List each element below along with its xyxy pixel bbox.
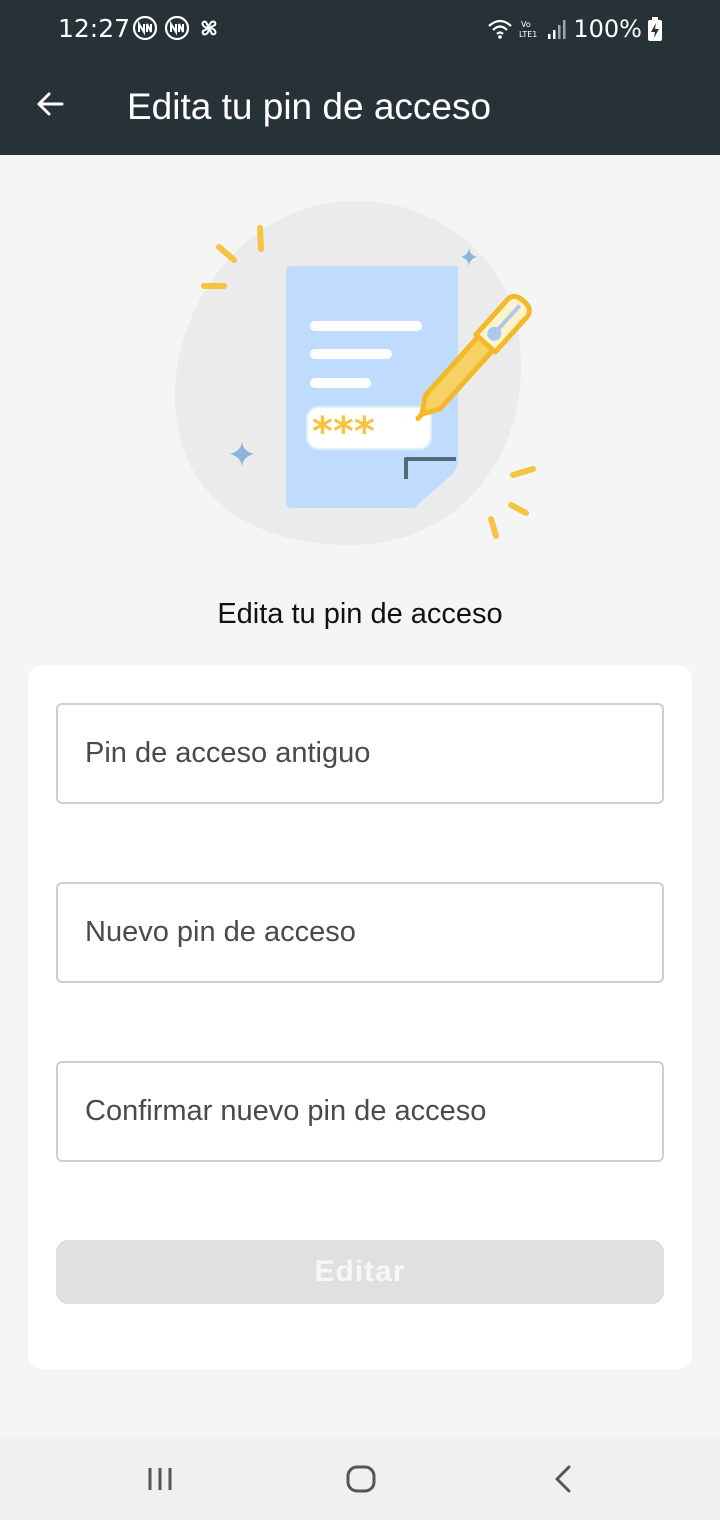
new-pin-field[interactable] <box>56 882 664 983</box>
confirm-pin-field[interactable] <box>56 1061 664 1162</box>
system-nav-bar <box>0 1437 720 1520</box>
back-chevron-icon <box>555 1465 571 1493</box>
confirm-pin-input[interactable] <box>58 1063 662 1160</box>
battery-charging-icon <box>648 17 662 41</box>
signal-icon <box>548 20 566 39</box>
volte-icon: Vo LTE1 <box>519 20 537 39</box>
pin-illustration: *** <box>170 195 550 555</box>
nav-back-button[interactable] <box>543 1459 583 1499</box>
recents-icon <box>148 1468 172 1490</box>
svg-text:Vo: Vo <box>521 20 531 29</box>
ni-badge-icon <box>132 15 158 41</box>
old-pin-input[interactable] <box>58 705 662 802</box>
app-bar-title: Edita tu pin de acceso <box>127 86 492 127</box>
home-icon <box>346 1465 376 1493</box>
status-left-icons <box>132 14 222 42</box>
edit-button[interactable]: Editar <box>56 1240 664 1304</box>
back-button[interactable] <box>26 80 74 128</box>
svg-text:LTE1: LTE1 <box>519 30 537 39</box>
wifi-icon <box>488 19 513 39</box>
status-time: 12:27 <box>58 14 131 43</box>
home-button[interactable] <box>341 1459 381 1499</box>
app-bar: Edita tu pin de acceso <box>0 58 720 155</box>
section-title: Edita tu pin de acceso <box>217 598 503 630</box>
document-pen-illustration: *** <box>175 200 536 545</box>
new-pin-input[interactable] <box>58 884 662 981</box>
pinwheel-icon <box>201 20 217 36</box>
form-card: Editar <box>28 665 692 1369</box>
arrow-left-icon <box>37 92 64 116</box>
status-right-icons: Vo LTE1 100% <box>487 14 662 44</box>
ni-badge-icon <box>164 15 190 41</box>
old-pin-field[interactable] <box>56 703 664 804</box>
recents-button[interactable] <box>140 1459 180 1499</box>
battery-percent: 100% <box>573 15 642 43</box>
pin-stars-text: *** <box>312 409 375 455</box>
status-bar: 12:27 Vo LTE1 100% <box>0 0 720 58</box>
